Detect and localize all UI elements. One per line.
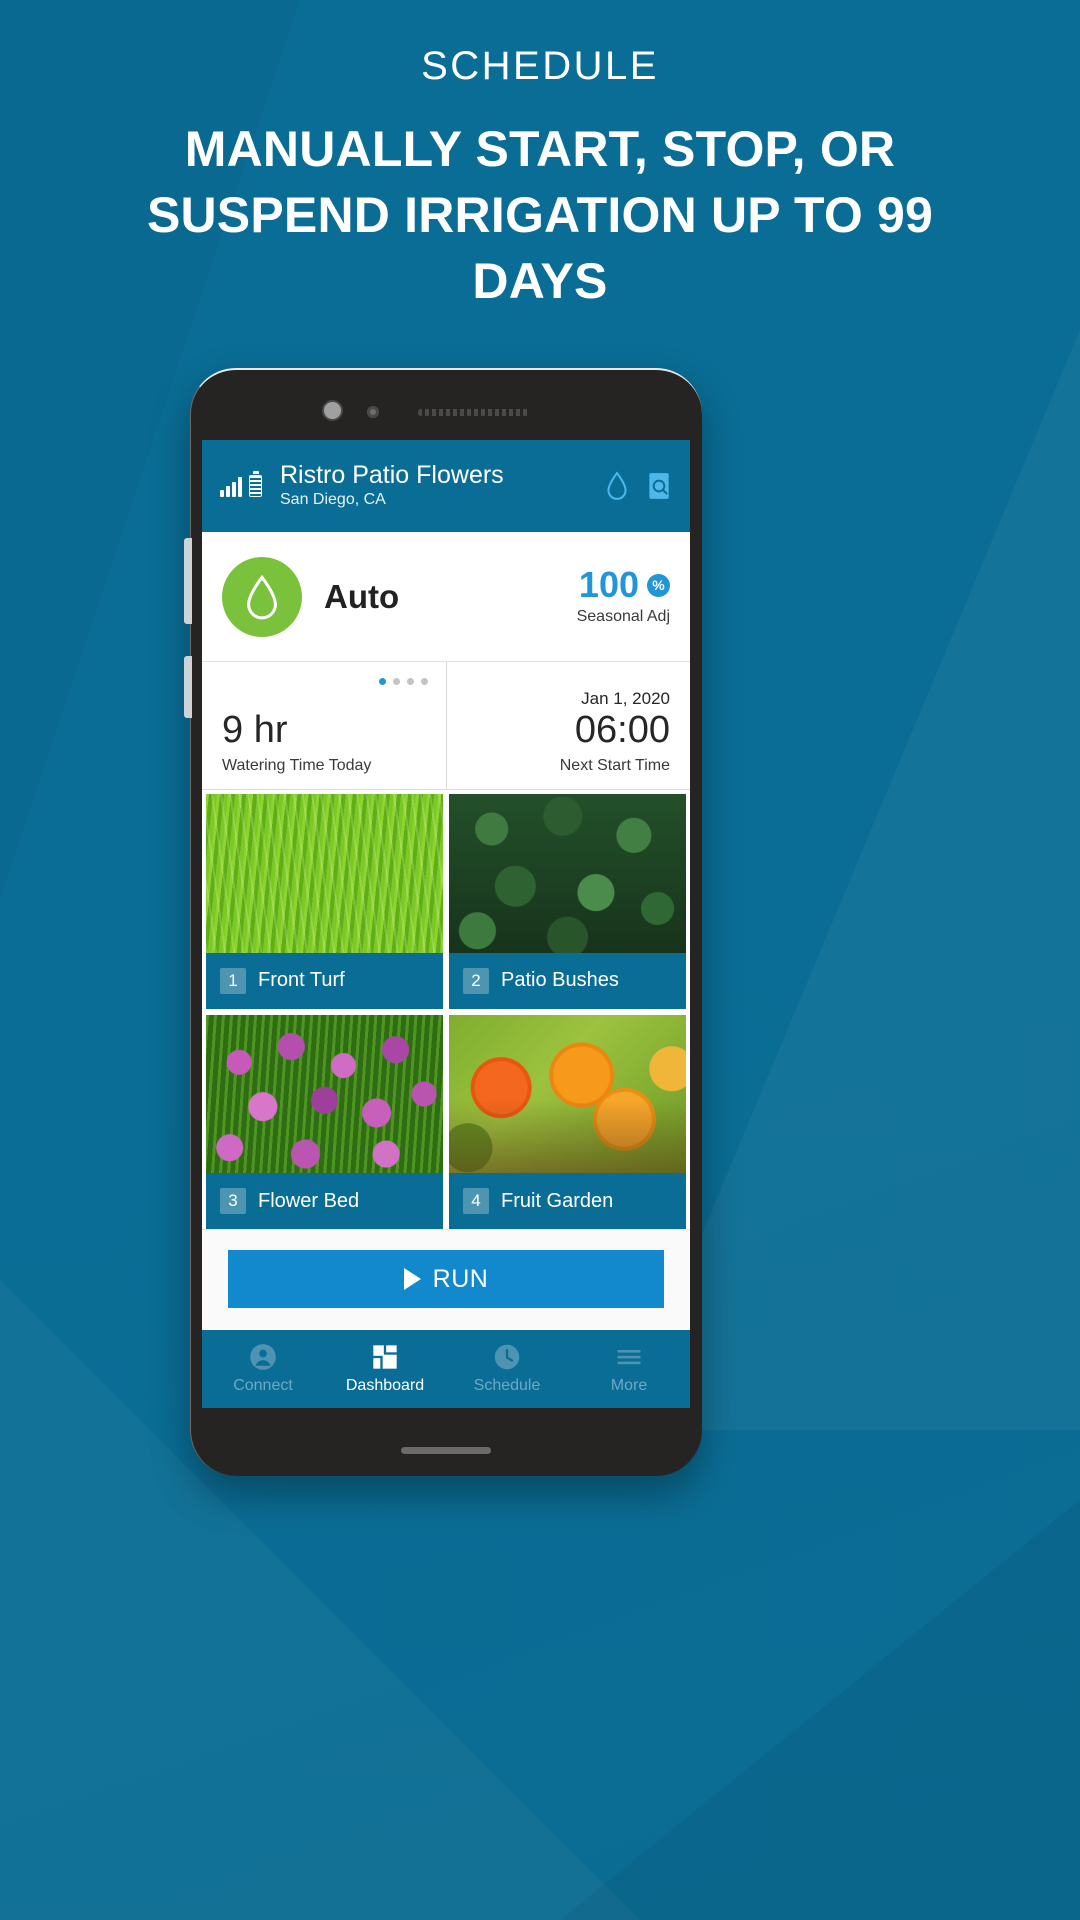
zone-label-bar: 2 Patio Bushes bbox=[449, 952, 686, 1009]
mode-label: Auto bbox=[324, 577, 400, 615]
front-camera-icon bbox=[322, 400, 343, 421]
zone-card[interactable]: 2 Patio Bushes bbox=[449, 794, 686, 1009]
promo-headline: MANUALLY START, STOP, OR SUSPEND IRRIGAT… bbox=[146, 121, 934, 309]
zone-number: 3 bbox=[220, 1188, 246, 1214]
zone-name: Front Turf bbox=[258, 969, 345, 991]
phone-power-button[interactable] bbox=[184, 656, 192, 718]
status-icons bbox=[220, 475, 262, 497]
zone-photo bbox=[206, 1014, 443, 1173]
grass-image bbox=[206, 794, 443, 953]
percent-badge-icon: % bbox=[647, 573, 670, 597]
zone-label-bar: 3 Flower Bed bbox=[206, 1173, 443, 1229]
proximity-sensor-icon bbox=[367, 406, 379, 418]
zone-name: Patio Bushes bbox=[501, 969, 619, 991]
nav-item-dashboard[interactable]: Dashboard bbox=[324, 1330, 446, 1408]
location-subtitle: San Diego, CA bbox=[280, 491, 386, 509]
person-circle-icon bbox=[249, 1343, 277, 1371]
nav-label: Schedule bbox=[473, 1377, 541, 1394]
zone-label-bar: 1 Front Turf bbox=[206, 952, 443, 1009]
nav-item-connect[interactable]: Connect bbox=[202, 1330, 324, 1408]
run-area: RUN bbox=[202, 1229, 690, 1330]
zone-card[interactable]: 3 Flower Bed bbox=[206, 1014, 443, 1229]
zone-photo bbox=[206, 794, 443, 953]
clock-icon bbox=[493, 1343, 521, 1371]
flowers-image bbox=[206, 1014, 443, 1173]
next-start-value: 06:00 bbox=[574, 709, 670, 752]
bottom-navigation: Connect Dashboard Schedule More bbox=[202, 1330, 690, 1408]
app-header: Ristro Patio Flowers San Diego, CA bbox=[202, 440, 690, 532]
home-indicator[interactable] bbox=[401, 1447, 491, 1454]
next-start-date: Jan 1, 2020 bbox=[581, 689, 670, 709]
promo-text-block: SCHEDULE MANUALLY START, STOP, OR SUSPEN… bbox=[0, 42, 1080, 314]
stats-row: 9 hr Watering Time Today Jan 1, 2020 06:… bbox=[202, 662, 690, 790]
app-screen: Ristro Patio Flowers San Diego, CA Auto … bbox=[202, 440, 690, 1408]
report-search-icon[interactable] bbox=[646, 471, 672, 501]
run-button[interactable]: RUN bbox=[228, 1250, 664, 1308]
nav-label: More bbox=[610, 1377, 648, 1394]
water-drop-icon[interactable] bbox=[604, 471, 630, 501]
phone-bottom-bezel bbox=[190, 1408, 702, 1476]
watering-time-stat: 9 hr Watering Time Today bbox=[202, 662, 446, 789]
nav-label: Dashboard bbox=[345, 1377, 425, 1394]
zone-name: Flower Bed bbox=[258, 1189, 360, 1212]
play-icon bbox=[403, 1268, 421, 1290]
earpiece-speaker-icon bbox=[418, 409, 530, 416]
phone-volume-button[interactable] bbox=[184, 538, 192, 624]
signal-bars-icon bbox=[220, 477, 242, 497]
zone-photo bbox=[449, 794, 686, 953]
header-actions bbox=[604, 471, 672, 501]
watering-time-value: 9 hr bbox=[222, 709, 288, 752]
next-start-caption: Next Start Time bbox=[559, 757, 670, 774]
seasonal-adjust-caption: Seasonal Adj bbox=[576, 608, 670, 625]
zone-number: 1 bbox=[220, 967, 246, 994]
nav-item-more[interactable]: More bbox=[568, 1330, 690, 1408]
phone-mockup: Ristro Patio Flowers San Diego, CA Auto … bbox=[184, 368, 702, 1476]
water-drop-icon bbox=[222, 556, 302, 637]
app-title-block: Ristro Patio Flowers San Diego, CA bbox=[280, 461, 594, 512]
hamburger-icon bbox=[615, 1343, 643, 1371]
carousel-page-dots[interactable] bbox=[378, 678, 428, 685]
fruit-image bbox=[449, 1014, 686, 1173]
nav-label: Connect bbox=[233, 1377, 293, 1394]
page-title: Ristro Patio Flowers bbox=[280, 460, 504, 489]
phone-top-bezel bbox=[190, 368, 702, 440]
grid-squares-icon bbox=[371, 1343, 399, 1371]
watering-time-caption: Watering Time Today bbox=[222, 757, 372, 774]
zone-grid: 1 Front Turf 2 Patio Bushes 3 Flower Bed… bbox=[202, 790, 690, 1229]
seasonal-adjust-value: 100 bbox=[578, 564, 639, 605]
battery-icon bbox=[249, 475, 262, 497]
zone-photo bbox=[449, 1014, 686, 1173]
zone-label-bar: 4 Fruit Garden bbox=[449, 1173, 686, 1229]
zone-number: 4 bbox=[463, 1188, 489, 1214]
zone-name: Fruit Garden bbox=[501, 1189, 614, 1212]
nav-item-schedule[interactable]: Schedule bbox=[446, 1330, 568, 1408]
next-start-stat: Jan 1, 2020 06:00 Next Start Time bbox=[445, 662, 691, 789]
mode-row[interactable]: Auto 100 % Seasonal Adj bbox=[202, 532, 690, 662]
promo-eyebrow: SCHEDULE bbox=[421, 44, 659, 88]
run-button-label: RUN bbox=[432, 1264, 489, 1293]
zone-number: 2 bbox=[463, 967, 489, 994]
zone-card[interactable]: 4 Fruit Garden bbox=[449, 1014, 686, 1229]
zone-card[interactable]: 1 Front Turf bbox=[206, 794, 443, 1009]
bushes-image bbox=[449, 794, 686, 953]
seasonal-adjust-block: 100 % Seasonal Adj bbox=[577, 567, 670, 626]
